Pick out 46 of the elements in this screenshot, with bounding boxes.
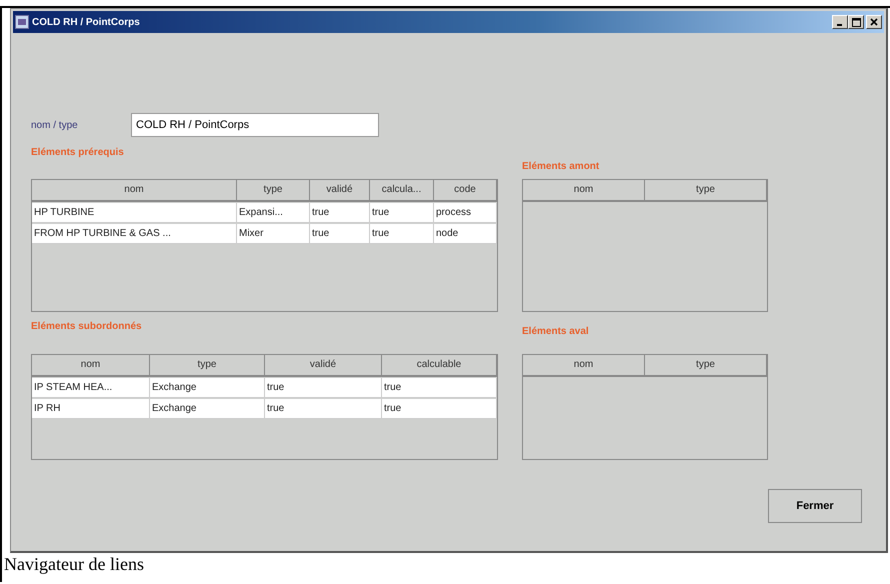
table-cell: Mixer <box>237 224 310 243</box>
table-cell: true <box>370 203 434 222</box>
table-cell: HP TURBINE <box>32 203 237 222</box>
section-heading: Eléments amont <box>522 161 600 174</box>
table-cell: true <box>382 378 497 397</box>
table-cell: node <box>434 224 497 243</box>
maximize-button[interactable] <box>848 15 864 29</box>
column-header[interactable]: code <box>434 180 497 200</box>
close-button[interactable] <box>866 15 882 29</box>
name-type-label: nom / type <box>31 120 79 130</box>
table-cell: true <box>382 399 497 418</box>
table-cell: true <box>265 399 382 418</box>
table-cell: Exchange <box>150 399 265 418</box>
close-icon <box>870 18 878 26</box>
section-heading: Eléments aval <box>522 326 590 339</box>
column-header[interactable]: calcula... <box>370 180 434 200</box>
column-header[interactable]: calculable <box>382 355 497 375</box>
column-header[interactable]: type <box>645 180 767 200</box>
window-icon <box>15 15 29 29</box>
table-cell: true <box>310 224 370 243</box>
table-cell: Exchange <box>150 378 265 397</box>
section-heading: Eléments subordonnés <box>31 321 143 334</box>
column-header[interactable]: nom <box>32 355 150 375</box>
window-title: COLD RH / PointCorps <box>32 16 140 28</box>
caption: Navigateur de liens <box>4 553 145 575</box>
column-header[interactable]: type <box>645 355 767 375</box>
column-header[interactable]: nom <box>523 180 645 200</box>
column-header[interactable]: type <box>150 355 265 375</box>
table-cell: true <box>370 224 434 243</box>
table-cell: Expansi... <box>237 203 310 222</box>
table-cell: true <box>265 378 382 397</box>
table-cell: FROM HP TURBINE & GAS ... <box>32 224 237 243</box>
section-heading: Eléments prérequis <box>31 147 125 160</box>
column-header[interactable]: type <box>237 180 310 200</box>
table-cell: IP RH <box>32 399 150 418</box>
table-cell: true <box>310 203 370 222</box>
close-dialog-button[interactable]: Fermer <box>768 489 862 523</box>
minimize-button[interactable] <box>832 15 848 29</box>
table-cell: IP STEAM HEA... <box>32 378 150 397</box>
column-header[interactable]: validé <box>310 180 370 200</box>
column-header[interactable]: nom <box>32 180 237 200</box>
column-header[interactable]: nom <box>523 355 645 375</box>
name-type-field[interactable]: COLD RH / PointCorps <box>131 113 379 137</box>
table-cell: process <box>434 203 497 222</box>
column-header[interactable]: validé <box>265 355 382 375</box>
maximize-icon <box>852 18 860 26</box>
